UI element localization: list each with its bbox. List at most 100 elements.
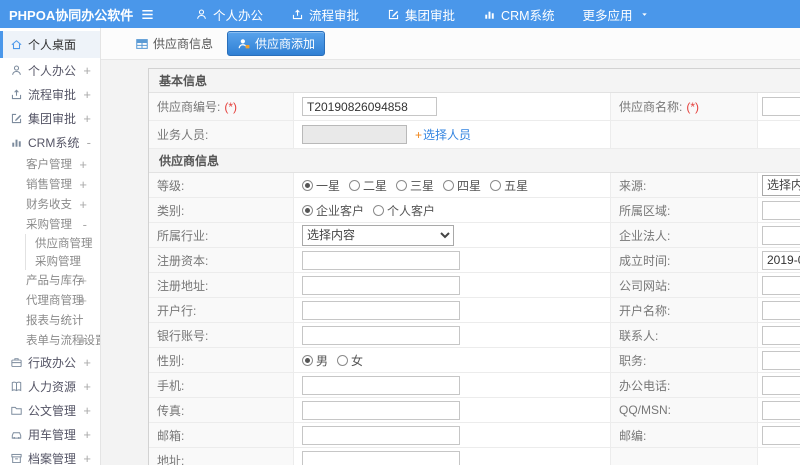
expand-toggle: + (79, 272, 87, 288)
form-row: 业务人员: + 选择人员 (149, 121, 800, 149)
registered-capital-input[interactable] (302, 250, 460, 270)
contact-person-input[interactable] (762, 325, 800, 345)
share-icon (10, 88, 23, 101)
qq-msn-input[interactable] (762, 400, 800, 420)
level-radio-5[interactable]: 五星 (490, 177, 528, 194)
zip-code-input[interactable] (762, 425, 800, 445)
sidebar-item-admin-office[interactable]: 行政办公 + (0, 350, 100, 374)
legal-person-input[interactable] (762, 225, 800, 245)
field-cell (758, 121, 800, 148)
tab-supplier-add[interactable]: 供应商添加 (227, 31, 326, 56)
topnav-item-workflow-approval[interactable]: 流程审批 (277, 0, 373, 28)
level-radio-3[interactable]: 三星 (396, 177, 434, 194)
sidebar-item-archive-mgmt[interactable]: 档案管理 + (0, 446, 100, 465)
radio-label: 三星 (410, 178, 435, 193)
field-cell (758, 448, 800, 465)
sidebar-item-personal-desktop[interactable]: 个人桌面 (0, 31, 100, 58)
edit-icon (387, 8, 400, 21)
sidebar-item-personal-office[interactable]: 个人办公 + (0, 58, 100, 82)
industry-select[interactable]: 选择内容 (302, 224, 454, 246)
sidebar-item-human-resources[interactable]: 人力资源 + (0, 374, 100, 398)
archive-icon (10, 452, 23, 465)
sidebar-item-sales-mgmt[interactable]: 销售管理 + (0, 174, 100, 194)
field-label-text: 职务: (619, 353, 647, 368)
field-label-text: 注册资本: (157, 253, 209, 268)
category-radio-1[interactable]: 企业客户 (302, 202, 364, 219)
source-select[interactable]: 选择内容 (762, 174, 800, 196)
registered-address-input[interactable] (302, 275, 460, 295)
address-input[interactable] (302, 450, 460, 465)
topnav-item-group-approval[interactable]: 集团审批 (373, 0, 469, 28)
field-label-text: 所属行业: (157, 228, 209, 243)
field-label-text: 所属区域: (619, 203, 671, 218)
tab-supplier-info[interactable]: 供应商信息 (129, 32, 219, 55)
sidebar-item-reports-stats[interactable]: 报表与统计 (0, 310, 100, 330)
sidebar-item-crm-system[interactable]: CRM系统 - (0, 130, 100, 154)
sidebar-item-label: 财务收支 (26, 199, 72, 211)
bank-account-input[interactable] (302, 325, 460, 345)
form-row: 地址: (149, 448, 800, 465)
business-person-input[interactable] (302, 125, 407, 144)
sidebar-item-vehicle-mgmt[interactable]: 用车管理 + (0, 422, 100, 446)
account-name-input[interactable] (762, 300, 800, 320)
job-title-input[interactable] (762, 350, 800, 370)
field-cell (294, 423, 611, 447)
form-row: 类别: 企业客户 个人客户 所属区域: (149, 198, 800, 223)
sidebar-item-group-approval[interactable]: 集团审批 + (0, 106, 100, 130)
bank-name-input[interactable] (302, 300, 460, 320)
sidebar-item-customer-mgmt[interactable]: 客户管理 + (0, 154, 100, 174)
field-label: 邮编: (611, 423, 758, 447)
category-radio-2[interactable]: 个人客户 (373, 202, 435, 219)
sidebar-item-product-inventory[interactable]: 产品与库存 + (0, 270, 100, 290)
expand-toggle: + (83, 110, 91, 126)
office-phone-input[interactable] (762, 375, 800, 395)
gender-radio-1[interactable]: 男 (302, 352, 328, 369)
sidebar-item-purchasing-mgmt[interactable]: 采购管理 (26, 252, 100, 270)
select-person-link[interactable]: 选择人员 (423, 126, 471, 143)
field-cell (294, 373, 611, 397)
topnav-item-personal-office[interactable]: 个人办公 (181, 0, 277, 28)
field-label-text: 公司网站: (619, 278, 671, 293)
field-label: 开户行: (149, 298, 294, 322)
sidebar-item-label: 档案管理 (28, 451, 77, 465)
field-cell: 企业客户 个人客户 (294, 198, 611, 222)
sidebar-item-finance[interactable]: 财务收支 + (0, 194, 100, 214)
table-icon (135, 37, 149, 51)
field-label: 传真: (149, 398, 294, 422)
gender-radio-2[interactable]: 女 (337, 352, 363, 369)
topnav-item-crm-system[interactable]: CRM系统 (469, 0, 568, 28)
sidebar-item-purchase-mgmt[interactable]: 采购管理 - (0, 214, 100, 234)
sidebar-item-agent-mgmt[interactable]: 代理商管理 + (0, 290, 100, 310)
sidebar-item-form-flow-settings[interactable]: 表单与流程设置 + (0, 330, 100, 350)
topnav-item-more-apps[interactable]: 更多应用 (569, 0, 663, 28)
sidebar-item-document-mgmt[interactable]: 公文管理 + (0, 398, 100, 422)
field-label: 类别: (149, 198, 294, 222)
radio-label: 男 (316, 353, 329, 368)
radio-label: 企业客户 (316, 203, 365, 218)
email-input[interactable] (302, 425, 460, 445)
fax-input[interactable] (302, 400, 460, 420)
level-radio-2[interactable]: 二星 (349, 177, 387, 194)
expand-toggle: + (83, 450, 91, 465)
sidebar-item-supplier-mgmt[interactable]: 供应商管理 (26, 234, 100, 252)
sidebar-item-label: 公文管理 (28, 403, 77, 418)
expand-toggle: + (79, 156, 87, 172)
founded-time-input[interactable] (762, 250, 800, 270)
tab-label: 供应商信息 (153, 37, 214, 51)
folder-icon (10, 404, 23, 417)
menu-toggle[interactable] (140, 7, 155, 22)
field-cell (758, 373, 800, 397)
supplier-name-input[interactable] (762, 97, 800, 116)
region-input[interactable] (762, 200, 800, 220)
company-website-input[interactable] (762, 275, 800, 295)
section-title: 供应商信息 (149, 149, 800, 173)
sidebar-item-label: 个人桌面 (28, 38, 77, 52)
expand-toggle: - (82, 216, 87, 232)
level-radio-4[interactable]: 四星 (443, 177, 481, 194)
field-label: 企业法人: (611, 223, 758, 247)
mobile-input[interactable] (302, 375, 460, 395)
section-rows: 等级: 一星 二星 三星 四星 五星 来源: 选择内容 类别: 企业客户 个人客户 所属区域: 所属行业… (149, 173, 800, 465)
level-radio-1[interactable]: 一星 (302, 177, 340, 194)
supplier-code-input[interactable] (302, 97, 437, 116)
sidebar-item-workflow-approval[interactable]: 流程审批 + (0, 82, 100, 106)
